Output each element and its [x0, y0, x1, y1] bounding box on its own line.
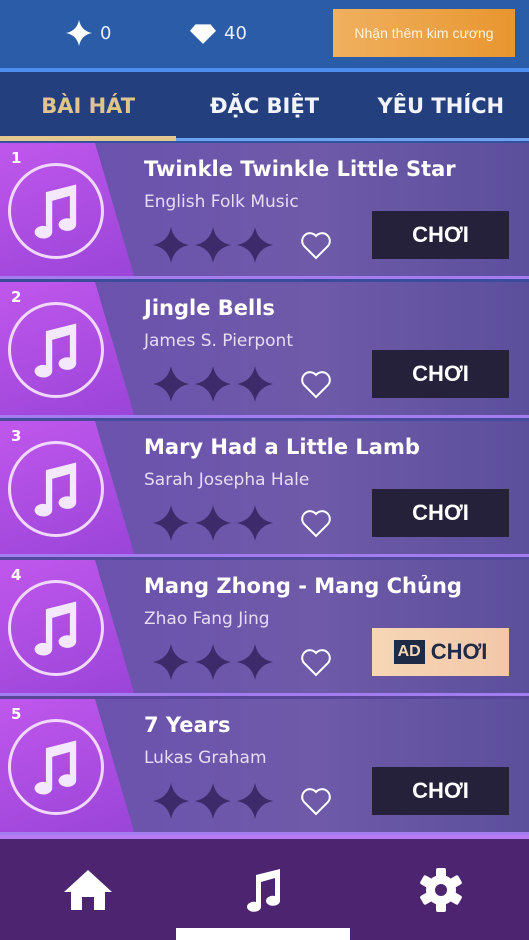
song-index: 3: [11, 427, 22, 445]
active-nav-indicator: [176, 928, 350, 940]
song-row[interactable]: 3 Mary Had a Little Lamb Sarah Josepha H…: [0, 421, 529, 557]
star-icon: [195, 505, 231, 545]
star-icon: [237, 644, 273, 684]
star-icon: [153, 227, 189, 267]
nav-songs[interactable]: [176, 839, 352, 940]
song-row[interactable]: 2 Jingle Bells James S. Pierpont CHƠI: [0, 282, 529, 418]
tab-songs[interactable]: BÀI HÁT: [0, 72, 176, 140]
star-icon: [153, 505, 189, 545]
divider: [176, 138, 529, 141]
bottom-nav: [0, 835, 529, 940]
music-note-icon: [8, 163, 104, 259]
song-index: 2: [11, 288, 22, 306]
star-icon: [195, 783, 231, 823]
sparkle-star-icon: [66, 20, 92, 46]
star-icon: [237, 366, 273, 406]
favorite-heart-icon[interactable]: [300, 787, 332, 821]
song-title: Jingle Bells: [144, 296, 275, 320]
diamonds-counter: 40: [190, 20, 247, 46]
diamond-icon: [190, 24, 216, 44]
favorite-heart-icon[interactable]: [300, 370, 332, 404]
song-artist: James S. Pierpont: [144, 331, 293, 351]
star-icon: [195, 366, 231, 406]
favorite-heart-icon[interactable]: [300, 648, 332, 682]
song-artist: Sarah Josepha Hale: [144, 470, 310, 490]
get-diamonds-button[interactable]: Nhận thêm kim cương: [333, 9, 515, 57]
play-button[interactable]: CHƠI: [372, 767, 509, 815]
play-label: CHƠI: [412, 500, 469, 525]
nav-settings[interactable]: [353, 839, 529, 940]
star-rating: [153, 783, 273, 823]
play-label: CHƠI: [430, 639, 488, 664]
ad-video-icon: AD: [393, 640, 425, 664]
song-row[interactable]: 4 Mang Zhong - Mang Chủng Zhao Fang Jing…: [0, 560, 529, 696]
play-button[interactable]: CHƠI: [372, 350, 509, 398]
gear-icon: [419, 867, 462, 912]
star-icon: [153, 366, 189, 406]
song-title: Mang Zhong - Mang Chủng: [144, 574, 462, 598]
star-icon: [237, 505, 273, 545]
star-icon: [195, 644, 231, 684]
top-bar: 0 40 Nhận thêm kim cương: [0, 0, 529, 68]
music-note-icon: [8, 302, 104, 398]
star-rating: [153, 227, 273, 267]
song-artist: Zhao Fang Jing: [144, 609, 270, 629]
play-button[interactable]: CHƠI: [372, 211, 509, 259]
music-note-icon: [8, 719, 104, 815]
favorite-heart-icon[interactable]: [300, 231, 332, 265]
play-button[interactable]: AD CHƠI: [372, 628, 509, 676]
song-index: 5: [11, 705, 22, 723]
tab-favorites[interactable]: YÊU THÍCH: [353, 72, 529, 140]
music-note-icon: [8, 580, 104, 676]
star-rating: [153, 366, 273, 406]
song-title: Mary Had a Little Lamb: [144, 435, 420, 459]
song-title: Twinkle Twinkle Little Star: [144, 157, 456, 181]
song-index: 4: [11, 566, 22, 584]
active-tab-indicator: [0, 136, 176, 141]
song-row[interactable]: 1 Twinkle Twinkle Little Star English Fo…: [0, 143, 529, 279]
star-rating: [153, 505, 273, 545]
stars-counter: 0: [66, 20, 111, 46]
song-artist: Lukas Graham: [144, 748, 267, 768]
music-note-icon: [247, 868, 281, 912]
star-icon: [153, 783, 189, 823]
tab-bar: BÀI HÁT ĐẶC BIỆT YÊU THÍCH: [0, 72, 529, 140]
play-label: CHƠI: [412, 222, 469, 247]
star-icon: [237, 227, 273, 267]
play-label: CHƠI: [412, 778, 469, 803]
play-label: CHƠI: [412, 361, 469, 386]
diamonds-count: 40: [224, 22, 247, 44]
star-icon: [153, 644, 189, 684]
nav-home[interactable]: [0, 839, 176, 940]
stars-count: 0: [100, 22, 112, 44]
favorite-heart-icon[interactable]: [300, 509, 332, 543]
star-icon: [195, 227, 231, 267]
home-icon: [64, 869, 113, 910]
star-rating: [153, 644, 273, 684]
star-icon: [237, 783, 273, 823]
song-artist: English Folk Music: [144, 192, 299, 212]
music-note-icon: [8, 441, 104, 537]
tab-special[interactable]: ĐẶC BIỆT: [176, 72, 352, 140]
song-row[interactable]: 5 7 Years Lukas Graham CHƠI: [0, 699, 529, 835]
song-title: 7 Years: [144, 713, 231, 737]
song-index: 1: [11, 149, 22, 167]
play-button[interactable]: CHƠI: [372, 489, 509, 537]
